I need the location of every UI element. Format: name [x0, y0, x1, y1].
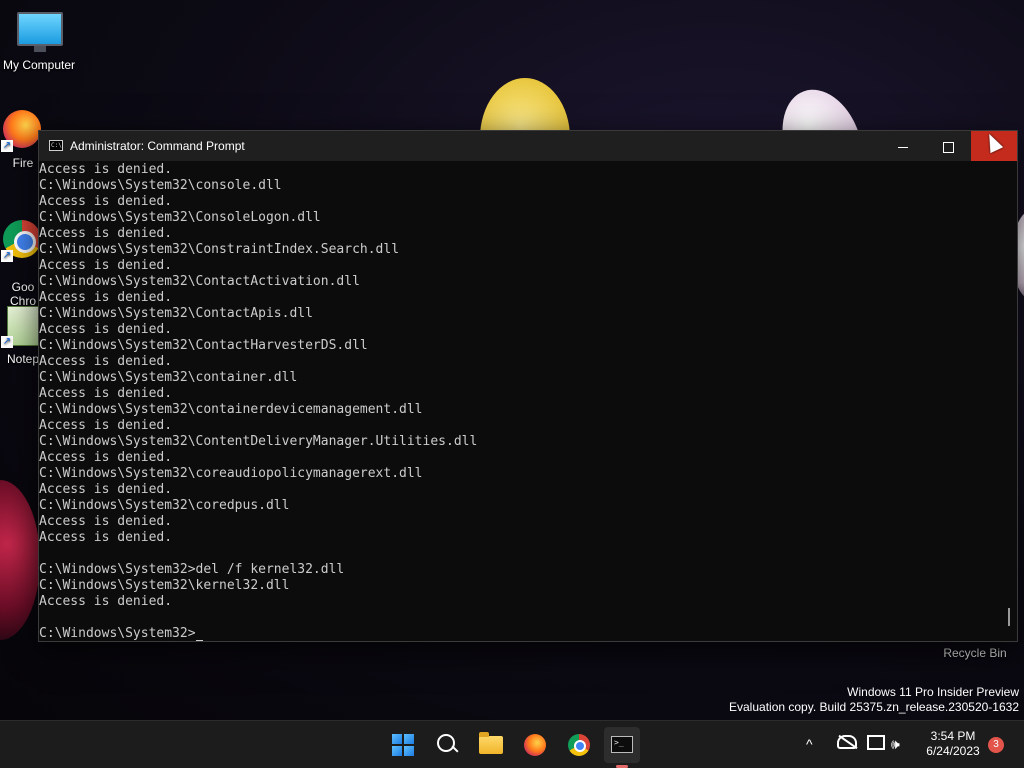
- console-line: Access is denied.: [39, 194, 173, 209]
- maximize-icon: [942, 141, 954, 153]
- console-prompt: C:\Windows\System32>: [39, 626, 196, 641]
- console-line: C:\Windows\System32\ContentDeliveryManag…: [39, 434, 478, 449]
- shortcut-arrow-icon: ↗: [1, 140, 13, 152]
- wallpaper-shape-red: [0, 480, 40, 640]
- console-line: C:\Windows\System32\container.dll: [39, 370, 298, 385]
- clock-date: 6/24/2023: [926, 744, 980, 758]
- display-icon: [867, 735, 885, 750]
- show-hidden-icons-button[interactable]: ^: [806, 735, 813, 753]
- desktop-icon-my-computer[interactable]: My Computer: [0, 10, 78, 72]
- shortcut-arrow-icon: ↗: [1, 336, 13, 348]
- minimize-icon: [898, 146, 908, 148]
- console-line: Access is denied.: [39, 162, 173, 177]
- console-line: Access is denied.: [39, 482, 173, 497]
- console-line: Access is denied.: [39, 594, 173, 609]
- console-line: C:\Windows\System32>del /f kernel32.dll: [39, 562, 345, 577]
- file-explorer-button[interactable]: [473, 727, 509, 763]
- display-button[interactable]: [867, 735, 885, 754]
- desktop-icon-label: My Computer: [2, 58, 76, 72]
- console-line: C:\Windows\System32\coredpus.dll: [39, 498, 290, 513]
- taskbar: >_ ^ 🕪 3:54 PM 6/24/2023 3: [0, 720, 1024, 768]
- monitor-icon: [17, 10, 63, 54]
- volume-button[interactable]: 🕪: [891, 735, 900, 753]
- console-line: Access is denied.: [39, 226, 173, 241]
- window-title: Administrator: Command Prompt: [70, 139, 245, 153]
- console-line: C:\Windows\System32\ConsoleLogon.dll: [39, 210, 321, 225]
- console-line: Access is denied.: [39, 258, 173, 273]
- console-line: Access is denied.: [39, 386, 173, 401]
- clock[interactable]: 3:54 PM 6/24/2023: [920, 729, 986, 759]
- firefox-icon: [524, 734, 546, 756]
- windows-logo-icon: [392, 734, 414, 756]
- console-line: Access is denied.: [39, 418, 173, 433]
- volume-icon: 🕪: [891, 736, 900, 752]
- notification-badge[interactable]: 3: [988, 737, 1004, 753]
- command-prompt-window[interactable]: C:\ Administrator: Command Prompt ✕ Acce…: [38, 130, 1018, 642]
- console-line: Access is denied.: [39, 514, 173, 529]
- console-line: Access is denied.: [39, 354, 173, 369]
- console-line: C:\Windows\System32\kernel32.dll: [39, 578, 290, 593]
- console-line: Access is denied.: [39, 450, 173, 465]
- os-watermark: Windows 11 Pro Insider Preview Evaluatio…: [729, 685, 1019, 715]
- watermark-line-2: Evaluation copy. Build 25375.zn_release.…: [729, 700, 1019, 714]
- minimize-button[interactable]: [880, 131, 926, 161]
- scrollbar-thumb[interactable]: [1008, 608, 1010, 626]
- console-line: C:\Windows\System32\ContactActivation.dl…: [39, 274, 360, 289]
- window-titlebar[interactable]: C:\ Administrator: Command Prompt ✕: [39, 131, 1017, 161]
- search-button[interactable]: [429, 727, 465, 763]
- console-line: Access is denied.: [39, 530, 173, 545]
- text-cursor: [195, 640, 203, 641]
- terminal-icon: C:\: [49, 140, 63, 151]
- cloud-offline-icon: [837, 735, 857, 749]
- clock-time: 3:54 PM: [930, 729, 976, 743]
- maximize-button[interactable]: [925, 131, 971, 161]
- console-line: C:\Windows\System32\ConstraintIndex.Sear…: [39, 242, 400, 257]
- console-output[interactable]: Access is denied. C:\Windows\System32\con…: [39, 162, 1001, 641]
- firefox-taskbar-button[interactable]: [517, 727, 553, 763]
- command-prompt-taskbar-button[interactable]: >_: [604, 727, 640, 768]
- console-line: C:\Windows\System32\console.dll: [39, 178, 282, 193]
- console-prompt-line[interactable]: C:\Windows\System32>: [39, 626, 1001, 641]
- terminal-icon: >_: [611, 736, 633, 753]
- vertical-scrollbar[interactable]: [1002, 162, 1016, 641]
- console-line: Access is denied.: [39, 290, 173, 305]
- shortcut-arrow-icon: ↗: [1, 250, 13, 262]
- console-line: C:\Windows\System32\coreaudiopolicymanag…: [39, 466, 423, 481]
- chrome-icon: [568, 734, 590, 756]
- network-button[interactable]: [837, 735, 857, 753]
- console-line: Access is denied.: [39, 322, 173, 337]
- recycle-bin-label[interactable]: Recycle Bin: [930, 646, 1020, 660]
- console-line: C:\Windows\System32\ContactHarvesterDS.d…: [39, 338, 368, 353]
- chrome-taskbar-button[interactable]: [561, 727, 597, 763]
- console-line: C:\Windows\System32\containerdevicemanag…: [39, 402, 423, 417]
- watermark-line-1: Windows 11 Pro Insider Preview: [847, 685, 1019, 699]
- folder-icon: [479, 732, 503, 754]
- console-line: C:\Windows\System32\ContactApis.dll: [39, 306, 313, 321]
- start-button[interactable]: [385, 727, 421, 763]
